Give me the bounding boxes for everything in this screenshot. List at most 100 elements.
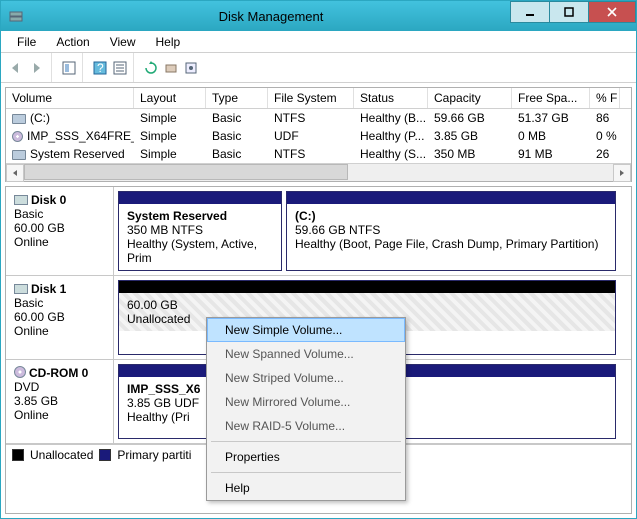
partition-size: 60.00 GB [127, 298, 607, 312]
menu-item: New RAID-5 Volume... [207, 414, 405, 438]
volume-row[interactable]: IMP_SSS_X64FRE_E...SimpleBasicUDFHealthy… [6, 127, 631, 145]
legend-label-primary: Primary partiti [117, 448, 191, 462]
col-filesystem[interactable]: File System [268, 88, 354, 108]
volume-capacity: 59.66 GB [428, 109, 512, 127]
menu-view[interactable]: View [100, 33, 146, 51]
volume-name: (C:) [30, 111, 50, 125]
legend-swatch-unallocated [12, 449, 24, 461]
disk-name: Disk 0 [31, 193, 66, 207]
volume-name: System Reserved [30, 147, 125, 161]
menu-item: New Mirrored Volume... [207, 390, 405, 414]
menu-separator [211, 441, 401, 442]
partition-title: (C:) [295, 209, 607, 223]
drive-icon [14, 195, 28, 205]
drive-icon [12, 150, 26, 160]
volume-type: Basic [206, 109, 268, 127]
volume-fs: UDF [268, 127, 354, 145]
volume-layout: Simple [134, 127, 206, 145]
disk-type: Basic [14, 296, 105, 310]
cd-icon [12, 131, 23, 142]
volume-layout: Simple [134, 145, 206, 163]
window-title: Disk Management [31, 9, 511, 24]
legend-label-unallocated: Unallocated [30, 448, 93, 462]
menu-item[interactable]: Properties [207, 445, 405, 469]
menu-item[interactable]: New Simple Volume... [207, 318, 405, 342]
partition-color-bar [119, 281, 615, 293]
rescan-icon[interactable] [162, 59, 180, 77]
col-volume[interactable]: Volume [6, 88, 134, 108]
disk-size: 60.00 GB [14, 310, 105, 324]
col-pct[interactable]: % F [590, 88, 620, 108]
disk-size: 60.00 GB [14, 221, 105, 235]
volume-list-header[interactable]: Volume Layout Type File System Status Ca… [6, 88, 631, 109]
cd-icon [14, 366, 26, 378]
volume-row[interactable]: (C:)SimpleBasicNTFSHealthy (B...59.66 GB… [6, 109, 631, 127]
back-icon[interactable] [9, 59, 27, 77]
disk-size: 3.85 GB [14, 394, 105, 408]
maximize-button[interactable] [549, 1, 589, 23]
volume-fs: NTFS [268, 109, 354, 127]
scroll-left-button[interactable] [6, 164, 24, 182]
toolbar: ? [1, 53, 636, 83]
volume-row[interactable]: System ReservedSimpleBasicNTFSHealthy (S… [6, 145, 631, 163]
volume-name: IMP_SSS_X64FRE_E... [27, 129, 134, 143]
context-menu[interactable]: New Simple Volume...New Spanned Volume..… [206, 317, 406, 501]
show-hide-icon[interactable] [60, 59, 78, 77]
disk-info[interactable]: Disk 1Basic60.00 GBOnline [6, 276, 114, 359]
forward-icon[interactable] [29, 59, 47, 77]
col-capacity[interactable]: Capacity [428, 88, 512, 108]
partition-status: Healthy (Boot, Page File, Crash Dump, Pr… [295, 237, 607, 251]
disk-row: Disk 0Basic60.00 GBOnlineSystem Reserved… [6, 187, 631, 276]
col-free[interactable]: Free Spa... [512, 88, 590, 108]
drive-icon [14, 284, 28, 294]
volume-fs: NTFS [268, 145, 354, 163]
volume-capacity: 350 MB [428, 145, 512, 163]
menu-item[interactable]: Help [207, 476, 405, 500]
partition-title: System Reserved [127, 209, 273, 223]
partition[interactable]: (C:)59.66 GB NTFSHealthy (Boot, Page Fil… [286, 191, 616, 271]
partition-body: System Reserved350 MB NTFSHealthy (Syste… [119, 204, 281, 270]
help-icon[interactable]: ? [91, 59, 109, 77]
minimize-button[interactable] [510, 1, 550, 23]
partition-size: 350 MB NTFS [127, 223, 273, 237]
menu-item: New Striped Volume... [207, 366, 405, 390]
refresh-icon[interactable] [142, 59, 160, 77]
app-icon [7, 7, 25, 25]
disk-info[interactable]: Disk 0Basic60.00 GBOnline [6, 187, 114, 275]
col-type[interactable]: Type [206, 88, 268, 108]
drive-icon [12, 114, 26, 124]
menu-file[interactable]: File [7, 33, 46, 51]
col-layout[interactable]: Layout [134, 88, 206, 108]
scroll-right-button[interactable] [613, 164, 631, 182]
partition-body: (C:)59.66 GB NTFSHealthy (Boot, Page Fil… [287, 204, 615, 256]
disk-info[interactable]: CD-ROM 0DVD3.85 GBOnline [6, 360, 114, 443]
menu-help[interactable]: Help [146, 33, 191, 51]
partition-size: 59.66 GB NTFS [295, 223, 607, 237]
properties-icon[interactable] [182, 59, 200, 77]
partition[interactable]: System Reserved350 MB NTFSHealthy (Syste… [118, 191, 282, 271]
partition-status: Healthy (System, Active, Prim [127, 237, 273, 265]
settings-list-icon[interactable] [111, 59, 129, 77]
disk-name: CD-ROM 0 [29, 366, 88, 380]
disk-partitions: System Reserved350 MB NTFSHealthy (Syste… [114, 187, 631, 275]
volume-list-scrollbar[interactable] [6, 163, 631, 181]
volume-pct: 0 % [590, 127, 620, 145]
scroll-thumb[interactable] [24, 164, 348, 180]
volume-pct: 26 [590, 145, 620, 163]
scroll-track[interactable] [24, 164, 613, 182]
volume-free: 0 MB [512, 127, 590, 145]
close-button[interactable] [588, 1, 636, 23]
volume-status: Healthy (P... [354, 127, 428, 145]
col-status[interactable]: Status [354, 88, 428, 108]
volume-status: Healthy (B... [354, 109, 428, 127]
titlebar[interactable]: Disk Management [1, 1, 636, 31]
volume-free: 51.37 GB [512, 109, 590, 127]
volume-type: Basic [206, 127, 268, 145]
volume-status: Healthy (S... [354, 145, 428, 163]
partition-color-bar [287, 192, 615, 204]
legend-swatch-primary [99, 449, 111, 461]
disk-type: DVD [14, 380, 105, 394]
disk-type: Basic [14, 207, 105, 221]
volume-capacity: 3.85 GB [428, 127, 512, 145]
menu-action[interactable]: Action [46, 33, 99, 51]
